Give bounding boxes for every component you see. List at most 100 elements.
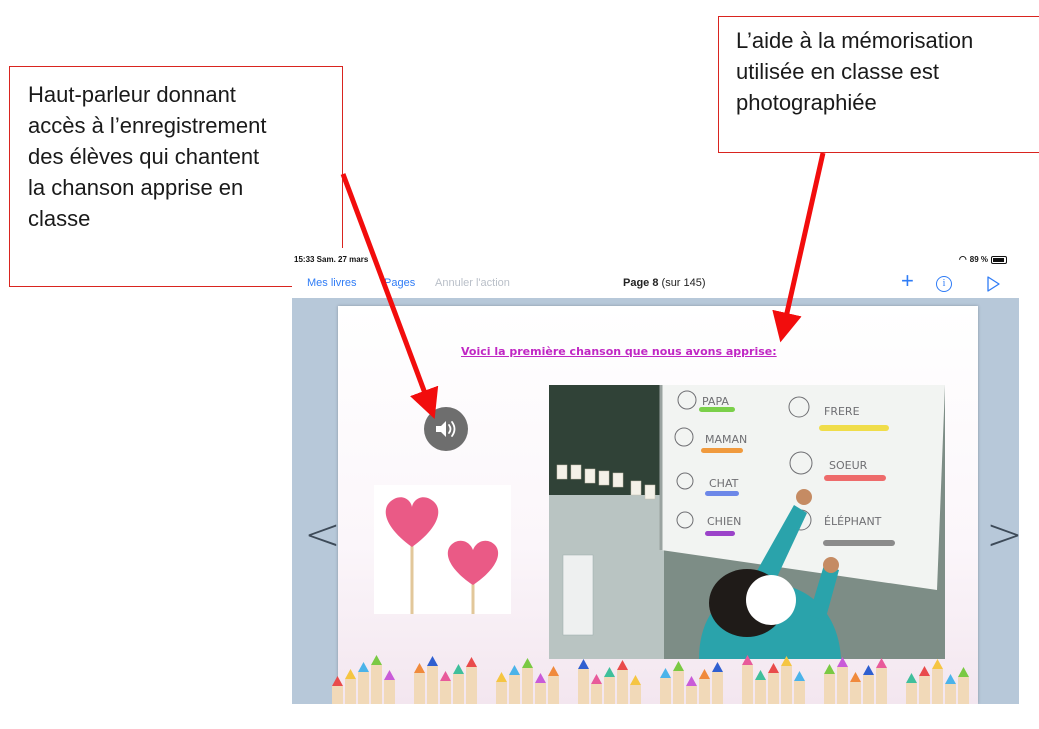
pencil-body [742, 665, 753, 704]
pencil-body [755, 680, 766, 704]
board-word-elephant: ÉLÉPHANT [824, 515, 882, 528]
pencil-tip [837, 657, 848, 667]
pencil-tip [440, 671, 451, 681]
pencil-tip [414, 663, 425, 673]
pencil-body [617, 670, 628, 704]
pencil-tip [824, 664, 835, 674]
pencil-tip [932, 659, 943, 669]
pencil-tip [578, 659, 589, 669]
pencil-body [332, 686, 343, 704]
board-word-soeur: SOEUR [829, 459, 868, 472]
pencil-tip [768, 663, 779, 673]
pencil-tip [466, 657, 477, 667]
nav-bar: Mes livres Pages Annuler l'action Page 8… [292, 270, 1019, 298]
chevron-right-icon[interactable]: > [986, 513, 1019, 557]
pencil-body [837, 667, 848, 704]
chevron-left-icon[interactable]: < [304, 513, 341, 557]
pencil-body [932, 669, 943, 704]
pencil-body [548, 676, 559, 704]
speaker-button[interactable] [424, 407, 468, 451]
pencil-tip [958, 667, 969, 677]
pencil-tip [384, 670, 395, 680]
pencil-body [453, 674, 464, 704]
pencil-body [384, 680, 395, 704]
pencil-body [466, 667, 477, 704]
pencil-tip [660, 668, 671, 678]
pencil-tip [919, 666, 930, 676]
pencil-body [673, 671, 684, 704]
pencil-tip [850, 672, 861, 682]
status-bar: 15:33 Sam. 27 mars ◠ 89 % [292, 248, 1019, 268]
pencil-tip [535, 673, 546, 683]
pencil-body [712, 672, 723, 704]
pencil-tip [617, 660, 628, 670]
pencil-body [345, 679, 356, 704]
pencil-tip [794, 671, 805, 681]
pencil-tip [712, 662, 723, 672]
page-total: (sur 145) [661, 277, 706, 289]
pencil-tip [358, 662, 369, 672]
pencil-body [699, 679, 710, 704]
page-number: Page 8 [623, 277, 659, 289]
pencil-body [906, 683, 917, 704]
pencil-body [496, 682, 507, 704]
pencil-tip [332, 676, 343, 686]
battery-percent: 89 % [969, 255, 988, 264]
pencil-tip [876, 658, 887, 668]
pencil-tip [673, 661, 684, 671]
pencil-tip [509, 665, 520, 675]
page-indicator: Page 8 (sur 145) [623, 277, 706, 289]
board-word-chien: CHIEN [707, 515, 741, 528]
my-books-link[interactable]: Mes livres [307, 277, 357, 289]
info-icon[interactable]: i [936, 276, 952, 292]
speaker-icon [436, 421, 456, 437]
pencil-tip [742, 655, 753, 665]
pencil-body [371, 665, 382, 704]
play-icon[interactable] [986, 276, 1000, 295]
plus-icon[interactable]: + [901, 270, 914, 292]
pencil-body [876, 668, 887, 704]
pencil-body [794, 681, 805, 704]
status-right: ◠ 89 % [959, 254, 1007, 265]
undo-link[interactable]: Annuler l'action [435, 277, 510, 289]
whiteboard-photo[interactable]: PAPA MAMAN CHAT CHIEN FRERE SOEUR ÉLÉPHA… [549, 385, 945, 659]
board-word-papa: PAPA [702, 395, 729, 408]
board-word-frere: FRERE [824, 405, 860, 418]
pencil-tip [906, 673, 917, 683]
pencil-tip [755, 670, 766, 680]
pencil-body [440, 681, 451, 704]
pencils-decoration [332, 655, 969, 704]
callout-photo-explanation: L’aide à la mémorisation utilisée en cla… [718, 16, 1039, 153]
pencil-body [630, 685, 641, 704]
pencil-body [863, 675, 874, 704]
pencil-body [522, 668, 533, 704]
pencil-body [414, 673, 425, 704]
pencil-tip [630, 675, 641, 685]
pencil-tip [781, 656, 792, 666]
page-heading: Voici la première chanson que nous avons… [461, 345, 777, 358]
battery-icon [991, 255, 1007, 264]
pages-link[interactable]: Pages [384, 277, 415, 289]
hearts-image[interactable] [374, 485, 511, 614]
pencil-body [768, 673, 779, 704]
pencil-body [919, 676, 930, 704]
callout-speaker-text: Haut-parleur donnant accès à l’enregistr… [28, 82, 267, 231]
pencil-body [781, 666, 792, 704]
pencil-tip [548, 666, 559, 676]
pencil-tip [591, 674, 602, 684]
pencil-tip [945, 674, 956, 684]
pencil-body [358, 672, 369, 704]
pencil-body [824, 674, 835, 704]
pencil-tip [345, 669, 356, 679]
callout-photo-text: L’aide à la mémorisation utilisée en cla… [736, 28, 974, 115]
pencil-tip [427, 656, 438, 666]
ipad-screenshot: 15:33 Sam. 27 mars ◠ 89 % Mes livres Pag… [292, 248, 1019, 704]
pencil-tip [699, 669, 710, 679]
status-time: 15:33 Sam. 27 mars [294, 255, 369, 264]
pencil-body [509, 675, 520, 704]
pencil-tip [496, 672, 507, 682]
pencil-body [660, 678, 671, 704]
board-word-chat: CHAT [709, 477, 739, 490]
pencil-body [427, 666, 438, 704]
pencil-tip [453, 664, 464, 674]
